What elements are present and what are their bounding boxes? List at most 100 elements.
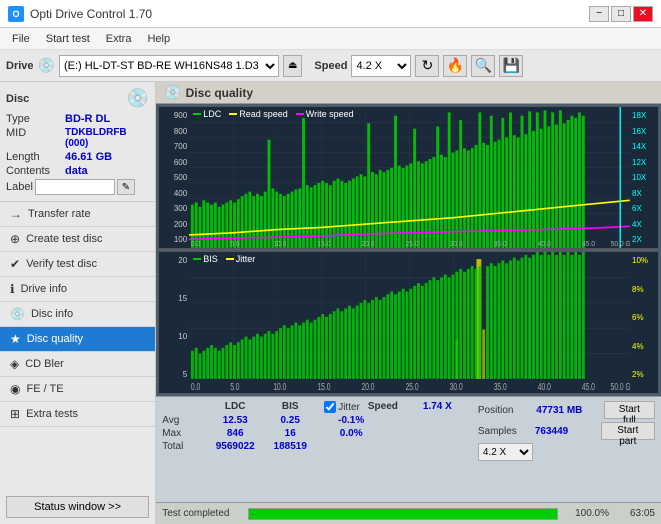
avg-bis: 0.25 bbox=[264, 415, 316, 426]
svg-text:10.0: 10.0 bbox=[274, 239, 287, 247]
sidebar-item-disc-quality[interactable]: ★ Disc quality bbox=[0, 327, 155, 352]
svg-text:25.0: 25.0 bbox=[406, 381, 419, 393]
menu-extra[interactable]: Extra bbox=[98, 31, 140, 47]
content-area: 💿 Disc quality 900 800 700 600 500 400 3… bbox=[156, 82, 661, 524]
menu-start-test[interactable]: Start test bbox=[38, 31, 98, 47]
max-ldc: 846 bbox=[206, 428, 264, 439]
speed-label: Speed bbox=[314, 60, 347, 72]
nav-label-cd-bler: CD Bler bbox=[25, 358, 64, 370]
drive-label: Drive bbox=[6, 60, 34, 72]
progress-percent: 100.0% bbox=[564, 508, 609, 519]
svg-text:40.0: 40.0 bbox=[538, 239, 551, 247]
sidebar-item-cd-bler[interactable]: ◈ CD Bler bbox=[0, 352, 155, 377]
eject-button[interactable]: ⏏ bbox=[283, 55, 302, 77]
y-right-16x: 16X bbox=[630, 127, 658, 136]
progress-time: 63:05 bbox=[615, 508, 655, 519]
speed-select[interactable]: 4.2 X bbox=[351, 55, 411, 77]
sidebar-item-verify-test-disc[interactable]: ✔ Verify test disc bbox=[0, 252, 155, 277]
burn-button[interactable]: 🔥 bbox=[443, 55, 467, 77]
bis-dot bbox=[193, 258, 201, 260]
length-label: Length bbox=[6, 151, 61, 163]
contents-value: data bbox=[65, 165, 88, 177]
nav-label-extra-tests: Extra tests bbox=[26, 408, 78, 420]
chart2-legend: BIS Jitter bbox=[193, 254, 255, 264]
close-button[interactable]: ✕ bbox=[633, 6, 653, 22]
drive-select[interactable]: (E:) HL-DT-ST BD-RE WH16NS48 1.D3 bbox=[59, 55, 279, 77]
position-label: Position bbox=[478, 405, 532, 416]
status-window-button[interactable]: Status window >> bbox=[6, 496, 149, 518]
total-bis: 188519 bbox=[264, 441, 316, 452]
svg-text:35.0: 35.0 bbox=[494, 381, 507, 393]
jitter-checkbox-group: Jitter bbox=[324, 401, 360, 413]
legend-bis: BIS bbox=[193, 254, 218, 264]
ldc-chart: 900 800 700 600 500 400 300 200 100 18X … bbox=[158, 106, 659, 249]
write-speed-dot bbox=[296, 113, 304, 115]
label-input[interactable] bbox=[35, 179, 115, 195]
speed-value: 1.74 X bbox=[423, 401, 478, 413]
maximize-button[interactable]: □ bbox=[611, 6, 631, 22]
nav-label-create-test-disc: Create test disc bbox=[26, 233, 102, 245]
legend-write-speed-label: Write speed bbox=[306, 109, 354, 119]
total-ldc: 9569022 bbox=[206, 441, 264, 452]
speed-dropdown[interactable]: 4.2 X bbox=[478, 443, 533, 461]
start-part-button[interactable]: Start part bbox=[601, 422, 655, 440]
progress-label: Test completed bbox=[162, 508, 242, 519]
sidebar: Disc 💿 Type BD-R DL MID TDKBLDRFB (000) … bbox=[0, 82, 156, 524]
jitter-dot bbox=[226, 258, 234, 260]
y-label-900: 900 bbox=[159, 111, 189, 120]
svg-text:0.0: 0.0 bbox=[191, 239, 200, 247]
minimize-button[interactable]: − bbox=[589, 6, 609, 22]
sidebar-item-drive-info[interactable]: ℹ Drive info bbox=[0, 277, 155, 302]
y2-right-6: 6% bbox=[630, 313, 658, 322]
scan-button[interactable]: 🔍 bbox=[471, 55, 495, 77]
jitter-checkbox[interactable] bbox=[324, 401, 336, 413]
sidebar-item-disc-info[interactable]: 💿 Disc info bbox=[0, 302, 155, 327]
titlebar: O Opti Drive Control 1.70 − □ ✕ bbox=[0, 0, 661, 28]
charts-area: 900 800 700 600 500 400 300 200 100 18X … bbox=[156, 104, 661, 396]
progress-bar-fill bbox=[249, 509, 557, 519]
y-label-300: 300 bbox=[159, 204, 189, 213]
toolbar: Drive 💿 (E:) HL-DT-ST BD-RE WH16NS48 1.D… bbox=[0, 50, 661, 82]
refresh-button[interactable]: ↻ bbox=[415, 55, 439, 77]
total-label: Total bbox=[162, 441, 206, 452]
disc-quality-icon: ★ bbox=[10, 332, 21, 346]
y-right-12x: 12X bbox=[630, 158, 658, 167]
type-label: Type bbox=[6, 113, 61, 125]
length-value: 46.61 GB bbox=[65, 151, 112, 163]
sidebar-item-create-test-disc[interactable]: ⊕ Create test disc bbox=[0, 227, 155, 252]
legend-ldc: LDC bbox=[193, 109, 221, 119]
label-edit-button[interactable]: ✎ bbox=[117, 179, 135, 195]
verify-test-disc-icon: ✔ bbox=[10, 257, 20, 271]
mid-label: MID bbox=[6, 127, 61, 149]
app-icon: O bbox=[8, 6, 24, 22]
window-controls: − □ ✕ bbox=[589, 6, 653, 22]
sidebar-item-fe-te[interactable]: ◉ FE / TE bbox=[0, 377, 155, 402]
svg-text:15.0: 15.0 bbox=[318, 381, 331, 393]
legend-jitter-label: Jitter bbox=[236, 254, 256, 264]
y-label-600: 600 bbox=[159, 158, 189, 167]
progress-area: Test completed 100.0% 63:05 bbox=[156, 502, 661, 524]
progress-bar-container bbox=[248, 508, 558, 520]
sidebar-item-transfer-rate[interactable]: → Transfer rate bbox=[0, 202, 155, 227]
y-right-6x: 6X bbox=[630, 204, 658, 213]
save-button[interactable]: 💾 bbox=[499, 55, 523, 77]
y-label-200: 200 bbox=[159, 220, 189, 229]
menu-file[interactable]: File bbox=[4, 31, 38, 47]
avg-ldc: 12.53 bbox=[206, 415, 264, 426]
svg-text:0.0: 0.0 bbox=[191, 381, 201, 393]
svg-text:40.0: 40.0 bbox=[538, 381, 551, 393]
nav-label-disc-quality: Disc quality bbox=[27, 333, 83, 345]
y-label-800: 800 bbox=[159, 127, 189, 136]
extra-tests-icon: ⊞ bbox=[10, 407, 20, 421]
main-layout: Disc 💿 Type BD-R DL MID TDKBLDRFB (000) … bbox=[0, 82, 661, 524]
sidebar-item-extra-tests[interactable]: ⊞ Extra tests bbox=[0, 402, 155, 427]
y-label-100: 100 bbox=[159, 235, 189, 244]
read-speed-dot bbox=[229, 113, 237, 115]
y2-right-8: 8% bbox=[630, 285, 658, 294]
menu-help[interactable]: Help bbox=[139, 31, 178, 47]
start-full-button[interactable]: Start full bbox=[604, 401, 655, 419]
y-right-18x: 18X bbox=[630, 111, 658, 120]
svg-text:25.0: 25.0 bbox=[406, 239, 419, 247]
y2-label-20: 20 bbox=[159, 256, 189, 265]
svg-text:45.0: 45.0 bbox=[582, 239, 595, 247]
